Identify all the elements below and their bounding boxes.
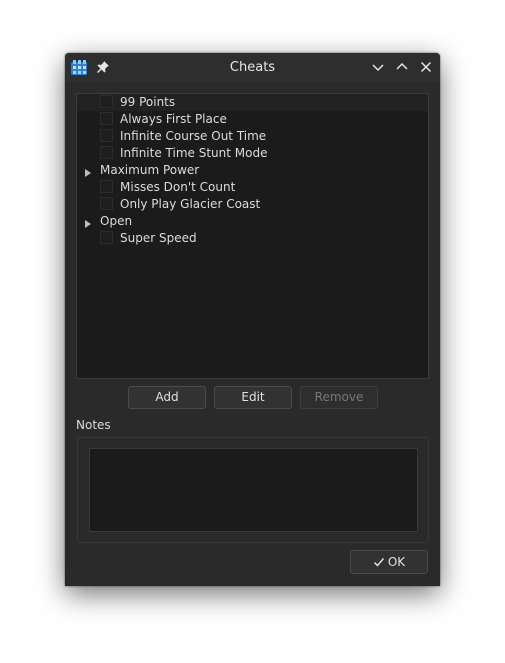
close-icon (420, 61, 432, 73)
cheat-label: Misses Don't Count (120, 180, 236, 194)
chevron-down-icon (372, 64, 384, 72)
cheats-dialog: Cheats 99 Points Always First Place Infi… (65, 53, 440, 586)
cheat-label: Always First Place (120, 112, 227, 126)
cheat-checkbox[interactable] (100, 146, 113, 159)
group-item[interactable]: Maximum Power (77, 162, 428, 179)
list-item[interactable]: Only Play Glacier Coast (77, 196, 428, 213)
ok-button[interactable]: OK (350, 550, 428, 574)
cheat-checkbox[interactable] (100, 112, 113, 125)
notes-group (77, 437, 429, 543)
list-item[interactable]: Misses Don't Count (77, 179, 428, 196)
list-item[interactable]: 99 Points (77, 94, 428, 111)
title-bar[interactable]: Cheats (65, 53, 440, 82)
notes-label: Notes (76, 418, 111, 432)
triangle-right-icon[interactable] (85, 217, 91, 228)
edit-button[interactable]: Edit (214, 386, 292, 409)
cheat-checkbox[interactable] (100, 95, 113, 108)
triangle-right-icon[interactable] (85, 166, 91, 177)
list-item[interactable]: Infinite Course Out Time (77, 128, 428, 145)
cheat-checkbox[interactable] (100, 129, 113, 142)
cheat-checkbox[interactable] (100, 180, 113, 193)
ok-label: OK (387, 555, 406, 569)
list-item[interactable]: Super Speed (77, 230, 428, 247)
group-label: Maximum Power (100, 163, 200, 177)
group-item[interactable]: Open (77, 213, 428, 230)
add-button[interactable]: Add (128, 386, 206, 409)
cheat-label: Infinite Time Stunt Mode (120, 146, 268, 160)
check-icon (373, 556, 385, 568)
list-item[interactable]: Infinite Time Stunt Mode (77, 145, 428, 162)
cheat-checkbox[interactable] (100, 197, 113, 210)
chevron-up-icon (396, 62, 408, 70)
minimize-button[interactable] (370, 59, 386, 75)
cheat-checkbox[interactable] (100, 231, 113, 244)
group-label: Open (100, 214, 133, 228)
close-button[interactable] (418, 59, 434, 75)
cheat-label: 99 Points (120, 95, 176, 109)
cheat-label: Only Play Glacier Coast (120, 197, 261, 211)
cheat-label: Super Speed (120, 231, 197, 245)
remove-button[interactable]: Remove (300, 386, 378, 409)
maximize-button[interactable] (394, 59, 410, 75)
notes-textarea[interactable] (89, 448, 418, 532)
cheats-tree[interactable]: 99 Points Always First Place Infinite Co… (76, 93, 429, 379)
list-item[interactable]: Always First Place (77, 111, 428, 128)
cheat-label: Infinite Course Out Time (120, 129, 267, 143)
